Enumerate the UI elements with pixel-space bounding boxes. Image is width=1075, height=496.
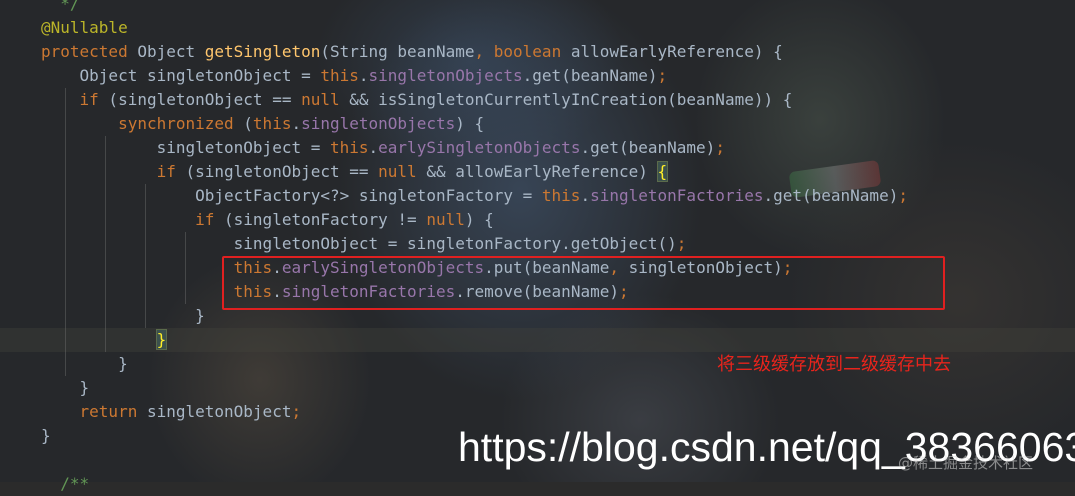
code-token: ( [233, 114, 253, 133]
code-token: this [252, 114, 292, 133]
code-token: ObjectFactory<?> singletonFactory = [195, 186, 542, 205]
code-line[interactable]: */ [0, 0, 1075, 16]
code-token: if [195, 210, 215, 229]
code-token: ) { [464, 210, 494, 229]
code-token: . [580, 186, 591, 205]
indent-guide [65, 88, 66, 376]
code-line[interactable]: singletonObject = singletonFactory.getOb… [0, 232, 1075, 256]
code-line[interactable]: Object singletonObject = this.singletonO… [0, 64, 1075, 88]
code-token: ; [291, 402, 302, 421]
code-token: getSingleton [204, 42, 321, 61]
code-token: } [41, 426, 51, 445]
code-line[interactable]: if (singletonObject == null && isSinglet… [0, 88, 1075, 112]
code-token: singletonFactories [590, 186, 764, 205]
code-token: /** [60, 474, 90, 493]
code-token: singletonObject = singletonFactory.getOb… [233, 234, 677, 253]
code-token: */ [60, 0, 80, 13]
code-line[interactable]: synchronized (this.singletonObjects) { [0, 112, 1075, 136]
code-token: ; [657, 66, 668, 85]
code-editor[interactable]: */ @Nullable protected Object getSingleton… [0, 0, 1075, 493]
code-token: boolean [493, 42, 562, 61]
code-token: (singletonObject == [98, 90, 302, 109]
indent-guide [145, 184, 146, 328]
code-token: this [320, 66, 359, 85]
code-token: } [195, 306, 205, 325]
code-token: .get(beanName) [522, 66, 658, 85]
code-token: null [426, 210, 465, 229]
code-token: } [155, 329, 168, 350]
code-line[interactable]: ObjectFactory<?> singletonFactory = this… [0, 184, 1075, 208]
code-token: Object singletonObject = [79, 66, 321, 85]
code-line[interactable]: protected Object getSingleton(String bea… [0, 40, 1075, 64]
code-token: (singletonFactory != [214, 210, 427, 229]
code-token: singletonObject [137, 402, 292, 421]
code-token: allowEarlyReference) { [561, 42, 783, 61]
code-token: ) { [455, 114, 485, 133]
code-token: (singletonObject == [175, 162, 379, 181]
code-token: earlySingletonObjects [378, 138, 581, 157]
code-token: @Nullable [41, 18, 128, 37]
code-token: , [474, 42, 485, 61]
code-line[interactable]: } [0, 328, 1075, 352]
code-line[interactable]: @Nullable [0, 16, 1075, 40]
indent-guide [185, 232, 186, 304]
code-token: . [368, 138, 379, 157]
code-token: Object [127, 42, 205, 61]
annotation-note: 将三级缓存放到二级缓存中去 [717, 354, 951, 375]
code-token: . [291, 114, 302, 133]
code-line[interactable]: /** [0, 472, 1075, 496]
code-token: .get(beanName) [763, 186, 899, 205]
code-token: ; [715, 138, 725, 157]
code-token: singletonObjects [368, 66, 523, 85]
watermark-credit: @稀土掘金技术社区 [898, 454, 1034, 472]
code-token: this [541, 186, 581, 205]
code-token: null [378, 162, 417, 181]
code-line[interactable]: singletonObject = this.earlySingletonObj… [0, 136, 1075, 160]
code-token: (String beanName [320, 42, 475, 61]
code-token: && isSingletonCurrentlyInCreation(beanNa… [339, 90, 793, 109]
code-line[interactable]: return singletonObject; [0, 400, 1075, 424]
code-line[interactable]: if (singletonObject == null && allowEarl… [0, 160, 1075, 184]
code-token: singletonObjects [301, 114, 456, 133]
code-token: this [329, 138, 369, 157]
code-token: if [156, 162, 176, 181]
code-token: && allowEarlyReference) [416, 162, 658, 181]
code-line[interactable]: if (singletonFactory != null) { [0, 208, 1075, 232]
highlight-box [222, 256, 945, 310]
code-token: synchronized [118, 114, 234, 133]
code-token: if [79, 90, 99, 109]
code-token: . [358, 66, 369, 85]
indent-guide [105, 136, 106, 352]
code-token: } [118, 354, 128, 373]
code-line[interactable]: } [0, 376, 1075, 400]
code-token: null [301, 90, 340, 109]
code-token: } [79, 378, 90, 397]
code-token: ; [676, 234, 687, 253]
code-token: .get(beanName) [580, 138, 716, 157]
code-token: ; [898, 186, 908, 205]
code-token: return [79, 402, 138, 421]
code-token: protected [41, 42, 128, 61]
code-token: singletonObject = [156, 138, 330, 157]
code-token: { [656, 161, 669, 182]
